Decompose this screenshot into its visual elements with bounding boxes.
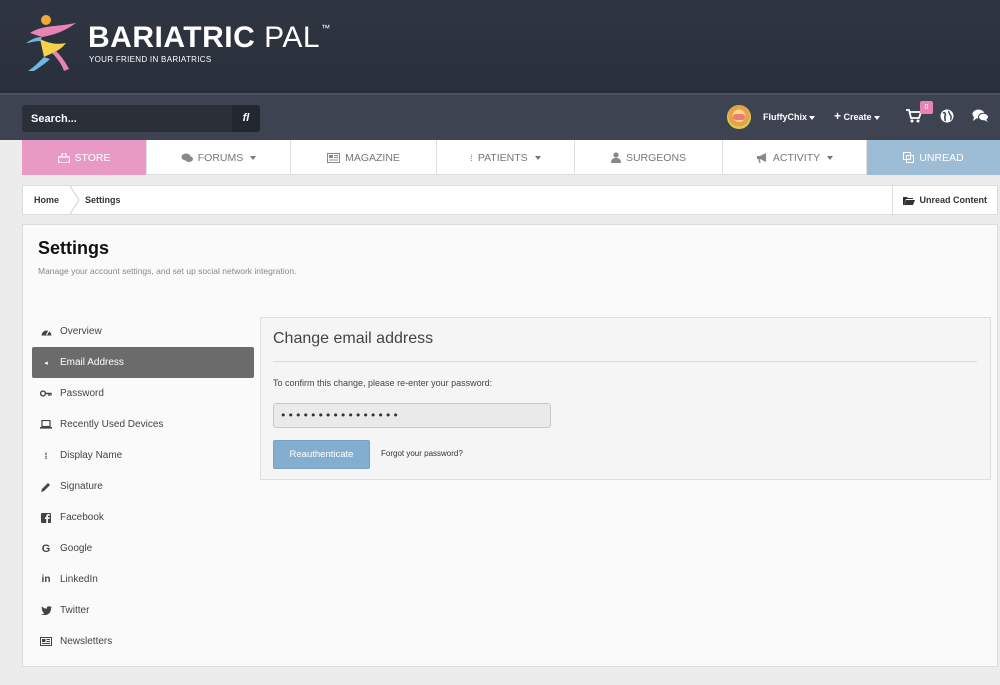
comments-icon — [181, 153, 193, 162]
sidebar-item-google[interactable]: G Google — [32, 533, 254, 564]
sidebar-item-label: LinkedIn — [60, 574, 98, 585]
nav-label: UNREAD — [919, 151, 964, 164]
chevron-down-icon — [250, 155, 257, 160]
user-menu[interactable]: FluffyChix — [763, 112, 815, 122]
chevron-down-icon — [827, 155, 834, 160]
nav-label: ACTIVITY — [772, 151, 821, 164]
forgot-password-link[interactable]: Forgot your password? — [381, 449, 463, 458]
newsletter-icon — [40, 637, 52, 646]
messages-button[interactable] — [972, 109, 989, 128]
sidebar-item-facebook[interactable]: Facebook — [32, 502, 254, 533]
search-button[interactable]: fl — [232, 105, 260, 132]
facebook-icon — [40, 512, 52, 523]
breadcrumb-separator-icon — [69, 186, 80, 214]
sidebar-item-recently-used-devices[interactable]: Recently Used Devices — [32, 409, 254, 440]
page-title: Settings — [38, 238, 110, 258]
nav-surgeons[interactable]: SURGEONS — [575, 140, 723, 175]
chevron-down-icon — [809, 115, 815, 120]
breadcrumb-current: Settings — [85, 195, 121, 205]
sidebar-item-label: Twitter — [60, 605, 90, 616]
envelope-icon: ◂ — [44, 359, 48, 367]
search-input[interactable] — [22, 105, 232, 132]
nav-forums[interactable]: FORUMS — [147, 140, 291, 175]
nav-activity[interactable]: ACTIVITY — [723, 140, 867, 175]
sidebar-item-label: Facebook — [60, 512, 104, 523]
globe-icon — [940, 109, 954, 123]
sidebar-item-newsletters[interactable]: Newsletters — [32, 626, 254, 657]
twitter-icon — [40, 606, 52, 615]
change-email-form: Change email address To confirm this cha… — [260, 317, 991, 480]
copy-icon — [903, 152, 915, 163]
logo-tagline: YOUR FRIEND IN BARIATRICS — [89, 55, 212, 64]
sidebar-item-overview[interactable]: Overview — [32, 316, 254, 347]
nav-label: SURGEONS — [625, 151, 687, 164]
settings-panel: Settings Manage your account settings, a… — [22, 224, 998, 667]
sidebar-item-signature[interactable]: Signature — [32, 471, 254, 502]
user-md-icon — [610, 152, 621, 163]
sidebar-item-label: Recently Used Devices — [60, 419, 164, 430]
sidebar-item-label: Email Address — [60, 357, 124, 368]
create-label: Create — [843, 112, 872, 122]
breadcrumb: Home Settings Unread Content — [22, 185, 998, 215]
store-icon — [57, 152, 70, 163]
dashboard-icon — [40, 327, 52, 336]
username: FluffyChix — [763, 112, 807, 122]
logo-wordmark: BARIATRIC PAL™ — [88, 21, 331, 54]
bullhorn-icon — [756, 152, 766, 163]
sidebar-item-display-name[interactable]: ⁞ Display Name — [32, 440, 254, 471]
linkedin-icon: in — [41, 574, 51, 585]
unread-content-link[interactable]: Unread Content — [891, 186, 998, 214]
nav-label: STORE — [74, 151, 111, 164]
sidebar-item-label: Display Name — [60, 450, 123, 461]
sidebar-item-linkedin[interactable]: in LinkedIn — [32, 564, 254, 595]
nav-label: FORUMS — [197, 151, 244, 164]
dots-icon: ⁞ — [470, 152, 473, 163]
id-icon: ⁞ — [44, 450, 48, 461]
key-icon — [40, 389, 52, 398]
password-field[interactable] — [273, 403, 551, 428]
nav-store[interactable]: STORE — [22, 140, 147, 175]
sidebar-item-label: Overview — [60, 326, 102, 337]
user-bar: fl FluffyChix + Create 0 — [0, 93, 1000, 140]
site-header: BARIATRIC PAL™ YOUR FRIEND IN BARIATRICS — [0, 0, 1000, 93]
folder-open-icon — [902, 196, 915, 205]
sidebar-item-email-address[interactable]: ◂ Email Address — [32, 347, 254, 378]
page-subtitle: Manage your account settings, and set up… — [38, 266, 297, 276]
form-title: Change email address — [273, 330, 434, 347]
search-box: fl — [22, 105, 260, 132]
plus-icon: + — [834, 109, 842, 123]
reauthenticate-button[interactable]: Reauthenticate — [273, 440, 370, 469]
settings-menu: Overview ◂ Email Address Password Recent… — [32, 316, 254, 657]
nav-magazine[interactable]: MAGAZINE — [291, 140, 437, 175]
sidebar-item-label: Signature — [60, 481, 103, 492]
google-icon: G — [41, 542, 51, 555]
sidebar-item-twitter[interactable]: Twitter — [32, 595, 254, 626]
main-nav: STORE FORUMS MAGAZINE ⁞ PATIENTS SURGEON… — [22, 140, 1000, 175]
nav-label: MAGAZINE — [345, 151, 400, 164]
laptop-icon — [40, 420, 52, 429]
divider — [273, 361, 977, 362]
nav-label: PATIENTS — [477, 151, 528, 164]
avatar[interactable] — [727, 105, 751, 129]
sidebar-item-label: Newsletters — [60, 636, 113, 647]
cart-count-badge: 0 — [920, 101, 933, 114]
sidebar-item-label: Google — [60, 543, 93, 554]
sidebar-item-password[interactable]: Password — [32, 378, 254, 409]
chevron-down-icon — [534, 155, 541, 160]
nav-patients[interactable]: ⁞ PATIENTS — [437, 140, 575, 175]
chevron-down-icon — [873, 115, 880, 120]
comments-icon — [972, 109, 989, 122]
site-logo[interactable]: BARIATRIC PAL™ YOUR FRIEND IN BARIATRICS — [22, 13, 330, 73]
breadcrumb-home[interactable]: Home — [34, 186, 59, 214]
newspaper-icon — [327, 152, 341, 163]
create-menu[interactable]: + Create — [834, 109, 880, 123]
nav-unread[interactable]: UNREAD — [867, 140, 1000, 175]
unread-content-label: Unread Content — [919, 195, 988, 205]
password-label: To confirm this change, please re-enter … — [273, 378, 493, 388]
notifications-button[interactable] — [940, 109, 954, 128]
sidebar-item-label: Password — [60, 388, 104, 399]
pencil-icon — [40, 482, 52, 492]
logo-figure-icon — [26, 15, 76, 71]
